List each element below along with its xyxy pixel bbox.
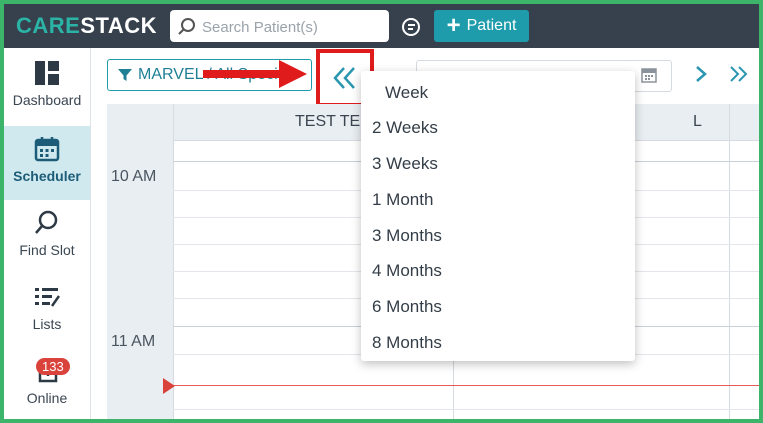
dropdown-option-3-weeks[interactable]: 3 Weeks [361, 147, 635, 181]
calendar-icon[interactable] [641, 67, 657, 83]
double-chevron-right-icon[interactable] [728, 62, 750, 86]
patient-search-box [170, 10, 389, 42]
view-range-dropdown: Week 2 Weeks 3 Weeks 1 Month 3 Months 4 … [361, 71, 635, 361]
filter-icon [118, 69, 132, 81]
notification-badge: 133 [36, 358, 70, 375]
current-time-line [173, 385, 759, 386]
dashboard-icon [35, 61, 59, 85]
list-icon [35, 288, 60, 307]
sidebar: Dashboard Scheduler Find Slot Lists 133 … [4, 48, 91, 419]
add-patient-button[interactable]: + Patient [434, 10, 529, 42]
sidebar-item-scheduler[interactable]: Scheduler [4, 126, 90, 200]
patient-search-input[interactable] [200, 14, 384, 40]
sidebar-item-find-slot[interactable]: Find Slot [4, 210, 90, 284]
search-icon [178, 18, 195, 35]
top-bar: CARESTACK + Patient [4, 4, 759, 48]
screenshot-frame: CARESTACK + Patient Dashboard [0, 0, 763, 423]
calendar-icon [34, 137, 60, 162]
sidebar-item-label: Find Slot [19, 242, 75, 258]
time-label: 10 AM [111, 168, 157, 185]
annotation-arrow [203, 60, 307, 88]
grid-divider [173, 104, 174, 419]
dropdown-option-week[interactable]: Week [361, 76, 635, 110]
sidebar-item-label: Lists [32, 316, 62, 332]
plus-icon: + [446, 12, 461, 39]
dropdown-option-3-months[interactable]: 3 Months [361, 219, 635, 253]
time-label: 11 AM [111, 333, 156, 350]
dropdown-option-4-months[interactable]: 4 Months [361, 254, 635, 288]
grid-divider [729, 104, 730, 419]
double-chevron-left-icon [333, 67, 355, 89]
chevron-right-icon[interactable] [693, 62, 709, 86]
sidebar-item-lists[interactable]: Lists [4, 284, 90, 358]
sidebar-item-label: Online [26, 390, 68, 406]
sidebar-item-dashboard[interactable]: Dashboard [4, 60, 90, 134]
provider-name-continued: L [693, 113, 702, 130]
add-patient-label: Patient [466, 17, 517, 34]
time-column [107, 104, 173, 419]
dropdown-option-8-months[interactable]: 8 Months [361, 326, 635, 360]
search-icon [35, 210, 58, 234]
carestack-logo[interactable]: CARESTACK [16, 13, 157, 39]
logo-part-stack: STACK [80, 13, 157, 38]
current-time-marker [163, 378, 175, 394]
slot-line [173, 409, 759, 410]
sidebar-item-label: Scheduler [13, 168, 81, 184]
logo-part-care: CARE [16, 13, 81, 38]
sidebar-item-label: Dashboard [12, 92, 82, 108]
dropdown-option-6-months[interactable]: 6 Months [361, 290, 635, 324]
dropdown-option-1-month[interactable]: 1 Month [361, 183, 635, 217]
dropdown-option-2-weeks[interactable]: 2 Weeks [361, 111, 635, 145]
sidebar-item-online[interactable]: 133 Online [4, 356, 90, 419]
quick-actions-icon[interactable] [400, 16, 422, 38]
